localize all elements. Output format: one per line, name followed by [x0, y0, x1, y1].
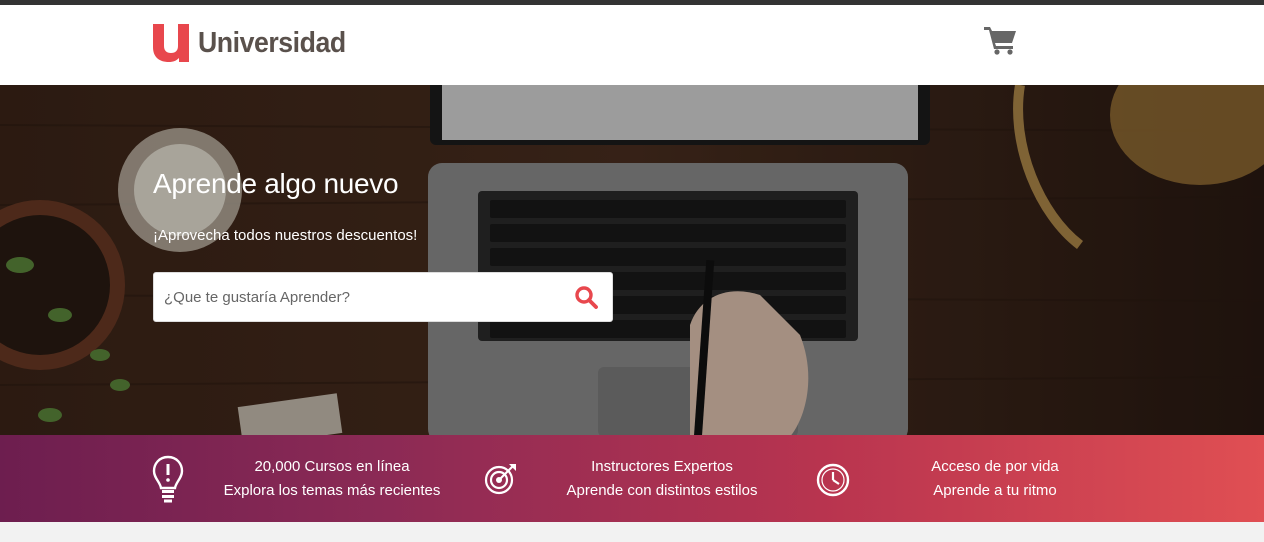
hero-title: Aprende algo nuevo: [153, 168, 399, 199]
feature-instructors: Instructores Expertos Aprende con distin…: [542, 455, 782, 503]
site-header: Universidad: [0, 5, 1264, 85]
feature-courses-desc: Explora los temas más recientes: [223, 482, 441, 499]
feature-access: Acceso de por vida Aprende a tu ritmo: [875, 455, 1115, 503]
search-box: [153, 272, 613, 322]
search-input[interactable]: [164, 273, 564, 321]
features-band: 20,000 Cursos en línea Explora los temas…: [0, 435, 1264, 522]
feature-courses: 20,000 Cursos en línea Explora los temas…: [212, 455, 452, 503]
universidad-logo-mark: [153, 24, 189, 62]
feature-courses-title: 20,000 Cursos en línea: [254, 458, 410, 475]
target-icon: [484, 462, 518, 501]
feature-access-title: Acceso de por vida: [931, 458, 1059, 475]
feature-instructors-desc: Aprende con distintos estilos: [566, 482, 758, 499]
logo-text: Universidad: [198, 26, 346, 59]
logo-link[interactable]: Universidad: [153, 24, 359, 62]
clock-icon: [816, 463, 850, 502]
shopping-cart-icon[interactable]: [984, 25, 1018, 55]
page-bottom: [0, 522, 1264, 542]
lightbulb-icon: [152, 455, 184, 508]
feature-instructors-title: Instructores Expertos: [591, 458, 733, 475]
hero-banner: Aprende algo nuevo ¡Aprovecha todos nues…: [0, 85, 1264, 435]
search-icon[interactable]: [574, 285, 598, 309]
hero-subtitle: ¡Aprovecha todos nuestros descuentos!: [153, 227, 418, 244]
feature-access-desc: Aprende a tu ritmo: [933, 482, 1057, 499]
hero-overlay: [0, 85, 1264, 435]
